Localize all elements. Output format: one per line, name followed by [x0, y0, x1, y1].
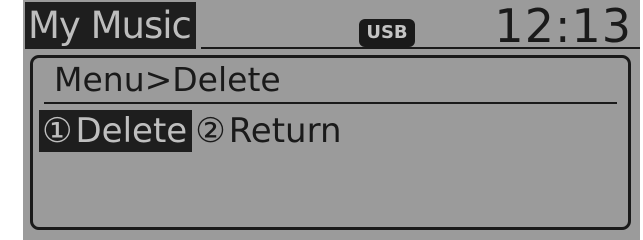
menu-options: ① Delete ② Return [39, 110, 347, 152]
header-title: My Music [25, 2, 196, 49]
option-number: ① [42, 111, 73, 151]
option-label: Return [228, 111, 342, 151]
menu-panel: Menu>Delete ① Delete ② Return [30, 55, 631, 230]
usb-source-badge: USB [359, 19, 415, 47]
head-unit-screen: My Music USB 12:13 Menu>Delete ① Delete … [23, 0, 640, 240]
breadcrumb: Menu>Delete [54, 60, 281, 99]
option-delete[interactable]: ① Delete [39, 110, 193, 152]
option-number: ② [195, 111, 226, 151]
header-divider [201, 47, 640, 49]
option-return[interactable]: ② Return [192, 110, 346, 152]
option-label: Delete [75, 111, 188, 151]
clock-display: 12:13 [494, 0, 632, 53]
panel-divider [44, 102, 617, 104]
